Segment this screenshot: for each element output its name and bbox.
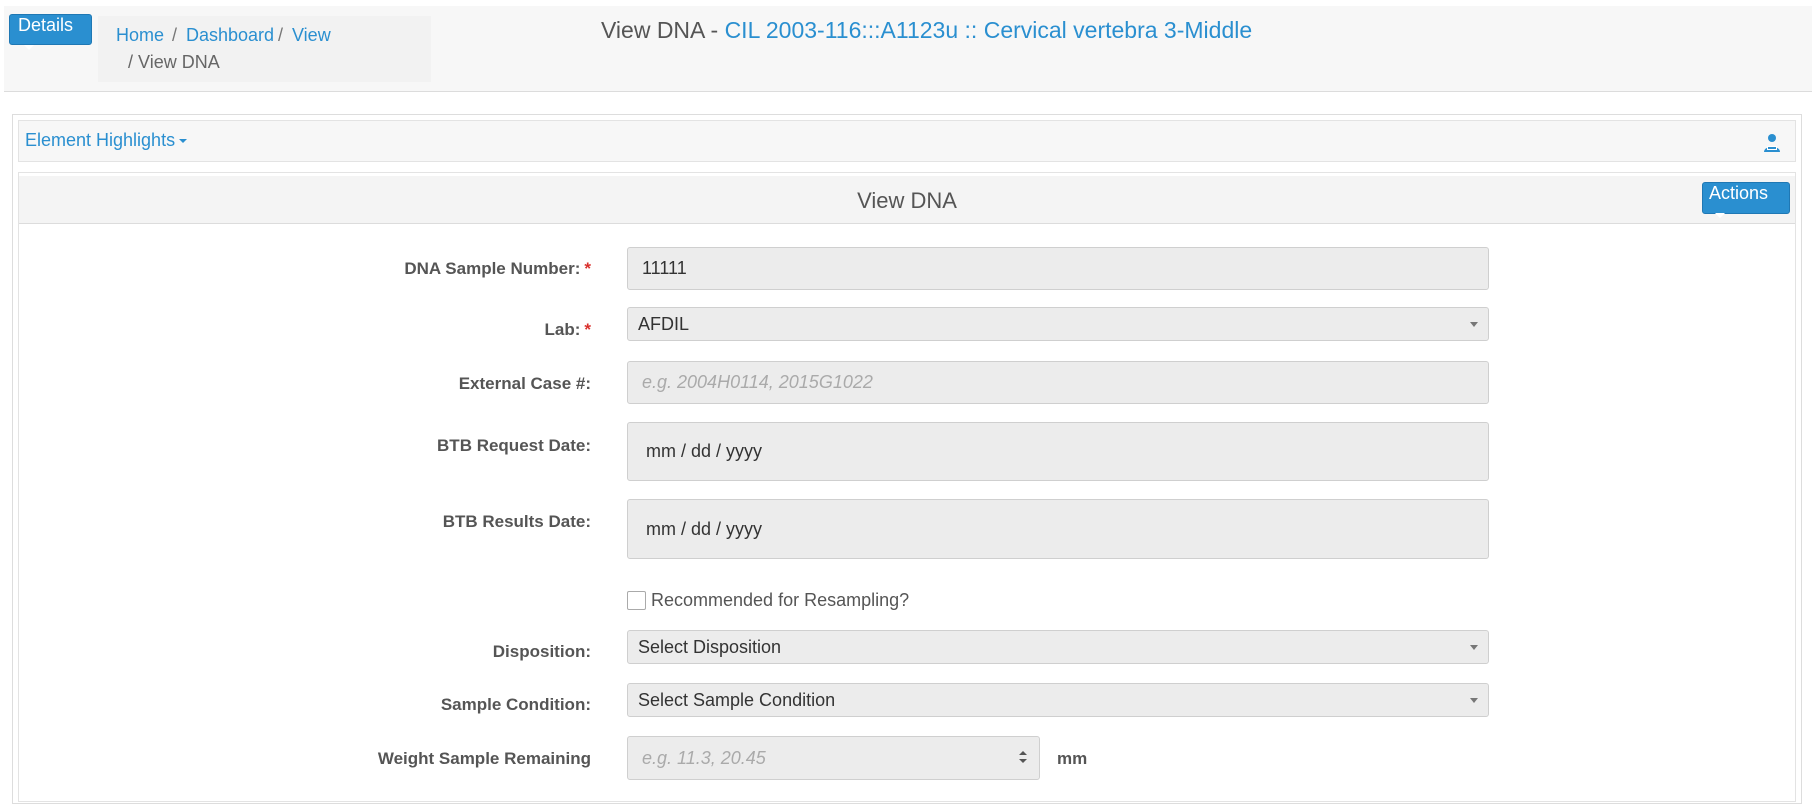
dna-sample-number-value: 11111: [642, 258, 687, 278]
btb-request-date-label: BTB Request Date:: [437, 436, 591, 456]
panel-title: View DNA: [857, 188, 957, 213]
disposition-selected-value: Select Disposition: [638, 636, 782, 657]
disposition-label-text: Disposition:: [492, 642, 591, 661]
btb-results-date-input[interactable]: mm / dd / yyyy: [627, 499, 1489, 559]
disposition-select[interactable]: Select Disposition: [627, 630, 1489, 664]
lab-select[interactable]: AFDIL: [627, 307, 1489, 341]
actions-dropdown-button[interactable]: Actions: [1702, 182, 1790, 218]
breadcrumb-separator: /: [172, 25, 178, 45]
external-case-input[interactable]: e.g. 2004H0114, 2015G1022: [627, 361, 1489, 404]
breadcrumb-dashboard[interactable]: Dashboard: [186, 25, 274, 46]
dropdown-arrow-icon: [1470, 698, 1478, 703]
page-title-prefix: View DNA -: [601, 17, 725, 43]
element-highlights-bar: Element Highlights: [18, 120, 1796, 162]
details-button-label: Details: [18, 15, 74, 35]
breadcrumb: Home / Dashboard / View / View DNA: [98, 16, 431, 82]
breadcrumb-home[interactable]: Home: [116, 25, 164, 46]
breadcrumb-view[interactable]: View: [292, 25, 331, 46]
external-case-label-text: External Case #:: [458, 374, 591, 393]
resampling-label[interactable]: Recommended for Resampling?: [651, 590, 909, 611]
dropdown-arrow-icon: [1470, 645, 1478, 650]
btb-results-date-label: BTB Results Date:: [443, 512, 591, 532]
breadcrumb-separator: /: [278, 25, 284, 45]
element-highlights-dropdown[interactable]: Element Highlights: [25, 130, 188, 151]
dna-sample-number-label-text: DNA Sample Number:: [404, 259, 581, 278]
person-icon[interactable]: [1763, 133, 1781, 153]
breadcrumb-active: / View DNA: [128, 52, 220, 72]
btb-results-date-label-text: BTB Results Date:: [442, 512, 591, 531]
sample-condition-selected-value: Select Sample Condition: [638, 689, 836, 710]
record-link[interactable]: CIL 2003-116:::A1123u :: Cervical verteb…: [725, 17, 1253, 43]
breadcrumb-active-label: View DNA: [138, 52, 220, 72]
lab-label: Lab: *: [544, 320, 591, 340]
sample-condition-label-text: Sample Condition:: [440, 695, 591, 714]
resampling-checkbox[interactable]: [627, 591, 646, 610]
external-case-placeholder: e.g. 2004H0114, 2015G1022: [642, 372, 873, 392]
sample-condition-label: Sample Condition:: [441, 695, 591, 715]
btb-request-date-input[interactable]: mm / dd / yyyy: [627, 422, 1489, 481]
btb-request-date-label-text: BTB Request Date:: [437, 436, 591, 455]
required-marker: *: [584, 259, 591, 278]
external-case-label: External Case #:: [459, 374, 591, 394]
weight-remaining-placeholder: e.g. 11.3, 20.45: [642, 747, 766, 768]
dropdown-arrow-icon: [1470, 322, 1478, 327]
btb-results-date-value: mm / dd / yyyy: [646, 518, 763, 539]
sample-condition-select[interactable]: Select Sample Condition: [627, 683, 1489, 717]
dna-sample-number-label: DNA Sample Number: *: [404, 259, 591, 279]
number-spinner-icon[interactable]: [1017, 749, 1029, 765]
panel-heading: View DNA Actions: [19, 176, 1795, 224]
caret-down-icon: [24, 44, 34, 50]
caret-down-icon: [179, 139, 188, 144]
caret-down-icon: [1715, 212, 1725, 218]
details-dropdown-button[interactable]: Details: [9, 14, 92, 50]
actions-button-label: Actions: [1709, 183, 1769, 203]
btb-request-date-value: mm / dd / yyyy: [646, 441, 763, 461]
required-marker: *: [584, 320, 591, 339]
weight-remaining-input[interactable]: e.g. 11.3, 20.45: [627, 736, 1040, 780]
element-highlights-label: Element Highlights: [25, 130, 176, 150]
weight-remaining-label-text: Weight Sample Remaining: [377, 749, 591, 768]
weight-remaining-label: Weight Sample Remaining: [378, 749, 591, 769]
dna-sample-number-input[interactable]: 11111: [627, 247, 1489, 290]
lab-selected-value: AFDIL: [638, 313, 690, 334]
lab-label-text: Lab:: [544, 320, 581, 339]
disposition-label: Disposition:: [493, 642, 591, 662]
page-title: View DNA - CIL 2003-116:::A1123u :: Cerv…: [601, 17, 1252, 44]
weight-unit-label: mm: [1057, 749, 1088, 768]
